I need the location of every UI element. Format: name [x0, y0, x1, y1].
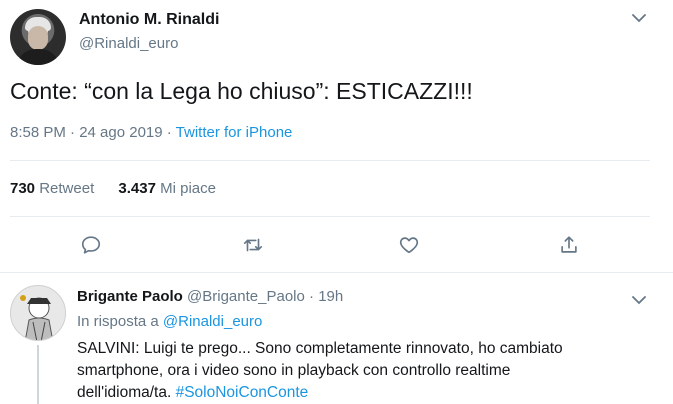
tweet-meta: 8:58 PM · 24 ago 2019 · Twitter for iPho… — [10, 124, 292, 141]
reply-time[interactable]: 19h — [318, 288, 343, 305]
avatar-face — [28, 26, 48, 50]
divider — [10, 160, 650, 161]
in-reply-to: In risposta a @Rinaldi_euro — [77, 313, 262, 330]
divider — [0, 272, 673, 273]
share-icon[interactable] — [556, 232, 582, 258]
reply-menu-chevron-down-icon[interactable] — [632, 292, 646, 308]
thread-line — [37, 345, 39, 404]
reply-header: Brigante Paolo @Brigante_Paolo · 19h — [77, 288, 343, 305]
divider — [10, 216, 650, 217]
hashtag-link[interactable]: #SoloNoiConConte — [176, 384, 309, 401]
comment-icon[interactable] — [78, 232, 104, 258]
author-handle[interactable]: @Rinaldi_euro — [79, 35, 178, 52]
in-reply-handle-link[interactable]: @Rinaldi_euro — [163, 313, 262, 330]
reply-text: SALVINI: Luigi te prego... Sono completa… — [77, 338, 637, 404]
avatar-suit — [16, 49, 60, 65]
reply-separator: · — [309, 288, 315, 305]
reply-author-name[interactable]: Brigante Paolo — [77, 288, 183, 305]
tweet-text: Conte: “con la Lega ho chiuso”: ESTICAZZ… — [10, 78, 473, 104]
author-avatar[interactable] — [10, 9, 66, 65]
reply-text-line: smartphone, ora i video sono in playback… — [77, 362, 511, 379]
reply-author-avatar[interactable] — [10, 285, 66, 341]
heart-icon[interactable] — [396, 232, 422, 258]
reply-author-handle[interactable]: @Brigante_Paolo — [187, 288, 305, 305]
author-name[interactable]: Antonio M. Rinaldi — [79, 11, 219, 29]
in-reply-label: In risposta a — [77, 313, 163, 330]
tweet-stats: 730 Retweet 3.437 Mi piace — [10, 180, 216, 197]
retweet-icon[interactable] — [240, 232, 266, 258]
likes-stat[interactable]: 3.437 Mi piace — [118, 180, 216, 197]
reply-text-line: SALVINI: Luigi te prego... Sono completa… — [77, 340, 563, 357]
retweets-stat[interactable]: 730 Retweet — [10, 180, 94, 197]
tweet-time[interactable]: 8:58 PM · 24 ago 2019 · — [10, 124, 176, 141]
tweet-menu-chevron-down-icon[interactable] — [632, 10, 646, 26]
reply-text-line: dell'idioma/ta. #SoloNoiConConte — [77, 384, 309, 401]
tweet-source-link[interactable]: Twitter for iPhone — [176, 124, 293, 141]
